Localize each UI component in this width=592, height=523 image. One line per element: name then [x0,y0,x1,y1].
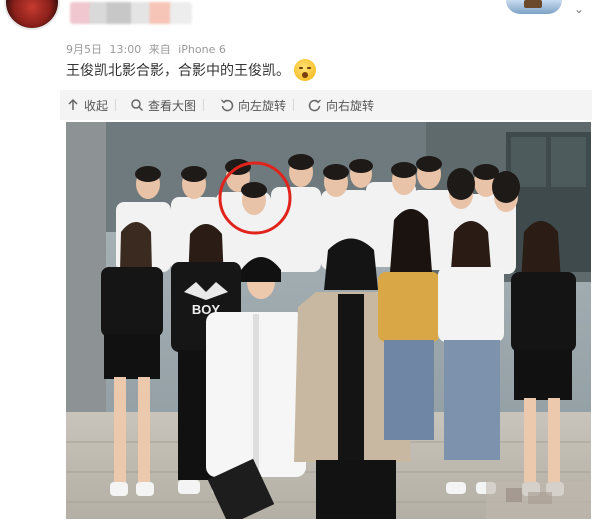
rotate-left-button[interactable]: 向左旋转 [220,96,295,114]
group-photo-image: BOY [66,122,591,519]
post-photo[interactable]: BOY [66,122,591,519]
rotate-right-label: 向右旋转 [326,98,375,113]
rotate-right-icon [308,98,322,112]
collapse-arrow-icon [66,98,80,112]
post-time: 13:00 [109,43,142,56]
post-text: 王俊凯北影合影，合影中的王俊凯。 [66,59,316,82]
post-source-prefix: 来自 [148,43,171,56]
post-device[interactable]: iPhone 6 [178,43,226,56]
view-large-image-button[interactable]: 查看大图 [130,96,205,114]
weibo-post: ⌄ 9月5日 13:00 来自 iPhone 6 王俊凯北影合影，合影中的王俊凯… [0,0,592,523]
surprised-face-icon [294,59,316,81]
collapse-label: 收起 [84,98,109,113]
post-header: ⌄ 9月5日 13:00 来自 iPhone 6 [0,0,592,60]
post-date[interactable]: 9月5日 [66,43,102,56]
avatar[interactable] [4,0,60,30]
post-meta: 9月5日 13:00 来自 iPhone 6 [66,41,230,57]
collapse-button[interactable]: 收起 [66,96,117,114]
post-body: 王俊凯北影合影，合影中的王俊凯。 [66,63,290,79]
rotate-left-label: 向左旋转 [238,98,287,113]
decorative-boat-icon [506,0,562,16]
rotate-right-button[interactable]: 向右旋转 [308,96,374,114]
username-blurred[interactable] [70,2,192,24]
magnifier-icon [130,98,144,112]
view-large-image-label: 查看大图 [148,98,197,113]
image-toolbar: 收起 查看大图 向左旋转 向右旋转 [60,90,592,120]
chevron-down-icon[interactable]: ⌄ [574,2,584,16]
rotate-left-icon [220,98,234,112]
